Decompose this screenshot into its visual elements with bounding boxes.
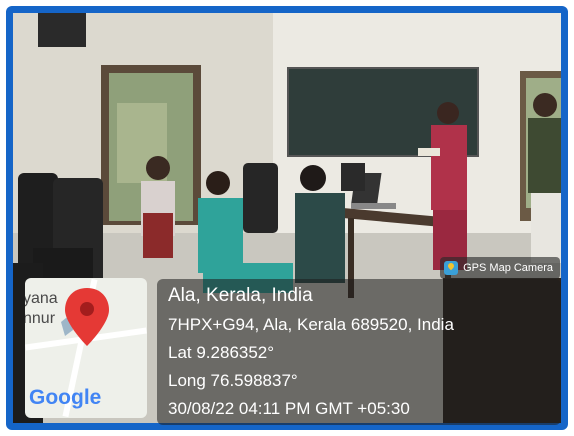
location-mini-map[interactable]: yana nnur Google — [25, 278, 147, 418]
google-logo: Google — [29, 386, 101, 410]
longitude: Long 76.598837° — [168, 371, 298, 390]
latitude: Lat 9.286352° — [168, 343, 275, 362]
timestamp: 30/08/22 04:11 PM GMT +05:30 — [168, 399, 410, 418]
gps-camera-label: GPS Map Camera — [463, 262, 553, 274]
google-logo-text: Google — [29, 386, 102, 409]
gps-camera-badge: GPS Map Camera — [440, 257, 560, 279]
gps-map-camera-icon — [444, 261, 459, 275]
full-address: 7HPX+G94, Ala, Kerala 689520, India — [168, 315, 454, 334]
place-name: Ala, Kerala, India — [168, 285, 313, 306]
location-info-panel: Ala, Kerala, India 7HPX+G94, Ala, Kerala… — [157, 279, 561, 425]
